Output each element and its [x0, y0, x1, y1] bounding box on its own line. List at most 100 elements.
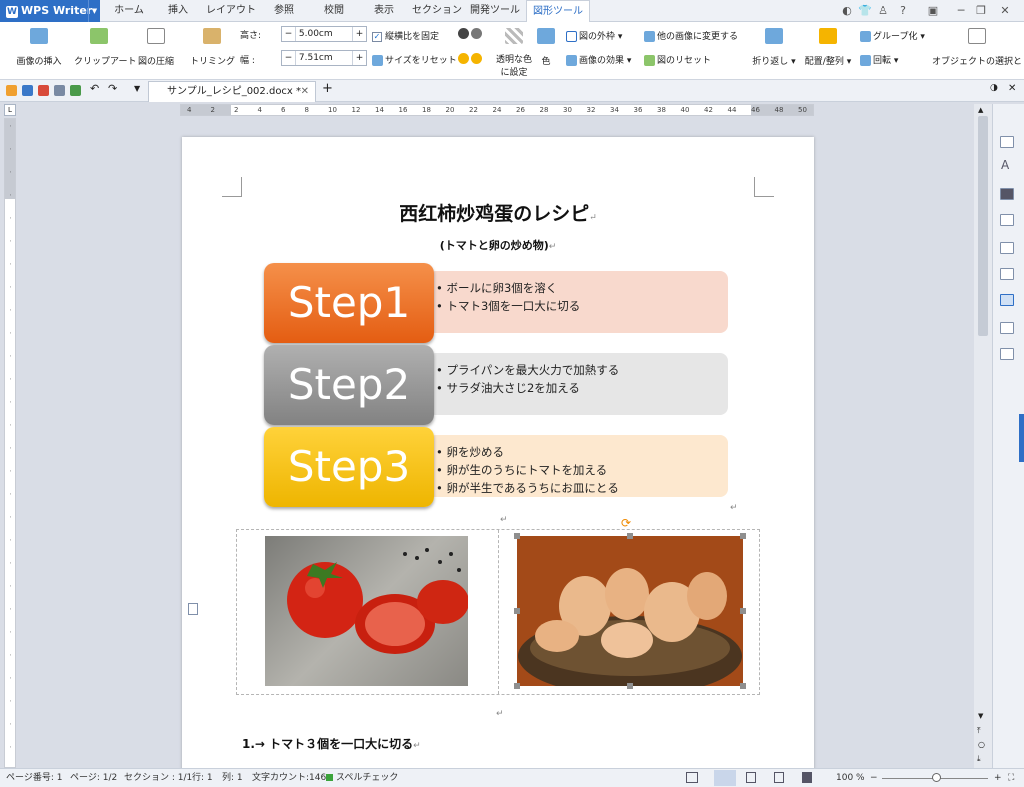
document-tab[interactable]: サンプル_レシピ_002.docx * ✕ [148, 81, 316, 102]
color-button[interactable]: 色 [536, 28, 556, 67]
image-table[interactable]: ⟳ [236, 516, 760, 695]
step2-panel[interactable]: • プライパンを最大火力で加熱する • サラダ油大さじ2を加える [428, 353, 728, 415]
images-icon[interactable] [1000, 322, 1014, 334]
reset-image-button[interactable]: 図のリセット [644, 53, 711, 66]
resize-handle[interactable] [627, 683, 633, 689]
zoom-out-icon[interactable]: − [870, 769, 878, 787]
ruler-corner[interactable]: L [4, 104, 16, 116]
rotate-button[interactable]: 回転 ▾ [860, 53, 898, 66]
width-increase-button[interactable]: + [352, 51, 366, 65]
tab-layout[interactable]: レイアウト [204, 0, 258, 22]
browse-object-icon[interactable]: ○ [978, 740, 985, 749]
tomato-image[interactable] [265, 536, 468, 686]
status-page-number[interactable]: ページ番号: 1 [6, 769, 62, 787]
contrast-icons[interactable] [458, 28, 484, 39]
height-decrease-button[interactable]: − [282, 27, 296, 41]
layout-options-icon[interactable] [188, 603, 198, 615]
fit-window-icon[interactable]: ⛶ [1008, 769, 1014, 787]
app-menu-button[interactable]: W WPS Writer ▼ [0, 0, 100, 22]
pdf-icon[interactable] [38, 85, 49, 96]
width-value[interactable]: 7.51cm [299, 53, 333, 63]
outline-button[interactable]: 図の外枠 ▾ [566, 29, 622, 42]
backup-icon[interactable] [1000, 294, 1014, 306]
heading-1[interactable]: 1.→ トマト３個を一口大に切る↵ [242, 735, 421, 752]
pane-toggle-handle[interactable] [1019, 414, 1024, 462]
height-value[interactable]: 5.00cm [299, 29, 333, 39]
brightness-icons[interactable] [458, 53, 484, 64]
ribbon-collapse-icon[interactable]: ▣ [926, 4, 940, 17]
close-icon[interactable]: ✕ [998, 4, 1012, 17]
height-stepper[interactable]: − 5.00cm + [281, 26, 367, 42]
status-col[interactable]: 列: 1 [222, 769, 243, 787]
web-view-icon[interactable] [746, 772, 756, 783]
doc-close-icon[interactable]: ✕ [1008, 83, 1019, 94]
undo-icon[interactable]: ↶ [90, 82, 101, 95]
document-icon[interactable] [1000, 136, 1014, 148]
tab-developer[interactable]: 開発ツール [466, 0, 524, 22]
height-increase-button[interactable]: + [352, 27, 366, 41]
user-icon[interactable]: ♙ [876, 4, 890, 17]
tab-home[interactable]: ホーム [106, 0, 152, 22]
redo-icon[interactable]: ↷ [108, 82, 119, 95]
shapes-icon[interactable] [1000, 214, 1014, 226]
qat-dropdown-icon[interactable]: ▼ [134, 84, 145, 95]
effects-button[interactable]: 画像の効果 ▾ [566, 53, 631, 66]
document-title[interactable]: 西红柿炒鸡蛋のレシピ↵ [182, 199, 814, 226]
step1-panel[interactable]: • ボールに卵3個を溶く • トマト3個を一口大に切る [428, 271, 728, 333]
print-layout-view-icon[interactable] [714, 770, 736, 786]
select-icon[interactable] [1000, 188, 1014, 200]
tab-reference[interactable]: 参照 [264, 0, 304, 22]
step2-shape[interactable]: Step2 [264, 345, 434, 425]
chevron-down-icon[interactable]: ▼ [88, 0, 100, 22]
zoom-level[interactable]: 100 % [836, 769, 865, 787]
vertical-scrollbar[interactable]: ▲ ▼ ⤒ ○ ⤓ [974, 104, 992, 768]
selection-button[interactable]: オブジェクトの選択と [932, 28, 1022, 67]
fullscreen-view-icon[interactable] [686, 772, 698, 783]
open-icon[interactable] [6, 85, 17, 96]
lock-ratio-checkbox[interactable]: ✓ 縦横比を固定 [372, 29, 439, 42]
scroll-up-icon[interactable]: ▲ [978, 106, 983, 114]
minimize-icon[interactable]: ─ [954, 4, 968, 17]
tab-section[interactable]: セクション [412, 0, 462, 22]
eggs-image[interactable] [517, 536, 743, 686]
list-icon[interactable] [1000, 348, 1014, 360]
print-icon[interactable] [54, 85, 65, 96]
transparent-color-button[interactable]: 透明な色 に設定 [494, 28, 534, 78]
resize-handle[interactable] [740, 683, 746, 689]
width-decrease-button[interactable]: − [282, 51, 296, 65]
width-stepper[interactable]: − 7.51cm + [281, 50, 367, 66]
clipboard-icon[interactable] [1000, 242, 1014, 254]
status-word-count[interactable]: 文字カウント:146 [252, 769, 326, 787]
outline-view-icon[interactable] [774, 772, 784, 783]
skin-icon[interactable]: 👕 [858, 4, 872, 17]
resize-handle[interactable] [514, 683, 520, 689]
zoom-slider-thumb[interactable] [932, 773, 941, 782]
tab-review[interactable]: 校閲 [314, 0, 354, 22]
doc-settings-icon[interactable]: ◑ [990, 83, 1001, 94]
resize-handle[interactable] [740, 608, 746, 614]
help-icon[interactable]: ? [896, 4, 910, 17]
format-painter-icon[interactable] [70, 85, 81, 96]
table-icon[interactable] [1000, 268, 1014, 280]
reset-size-button[interactable]: サイズをリセット [372, 53, 457, 66]
scrollbar-thumb[interactable] [978, 116, 988, 336]
document-page[interactable]: 西红柿炒鸡蛋のレシピ↵ (トマトと卵の炒め物)↵ • ボールに卵3個を溶く • … [182, 137, 814, 777]
new-tab-icon[interactable]: + [322, 81, 333, 96]
status-section[interactable]: セクション : 1/1 [124, 769, 192, 787]
wrap-button[interactable]: 折り返し ▾ [752, 28, 796, 67]
resize-handle[interactable] [627, 533, 633, 539]
change-image-button[interactable]: 他の画像に変更する [644, 29, 738, 42]
account-icon[interactable]: ◐ [840, 4, 854, 17]
step1-shape[interactable]: Step1 [264, 263, 434, 343]
document-subtitle[interactable]: (トマトと卵の炒め物)↵ [182, 237, 814, 253]
rotate-handle-icon[interactable]: ⟳ [621, 516, 631, 530]
resize-handle[interactable] [514, 533, 520, 539]
status-spellcheck[interactable]: スペルチェック [336, 769, 398, 787]
tab-insert[interactable]: 挿入 [158, 0, 198, 22]
trim-button[interactable]: トリミング [190, 28, 235, 67]
tab-view[interactable]: 表示 [364, 0, 404, 22]
compress-button[interactable]: 図の圧縮 [136, 28, 176, 67]
status-row[interactable]: 行: 1 [192, 769, 213, 787]
save-icon[interactable] [22, 85, 33, 96]
clipart-button[interactable]: クリップアート [74, 28, 136, 67]
